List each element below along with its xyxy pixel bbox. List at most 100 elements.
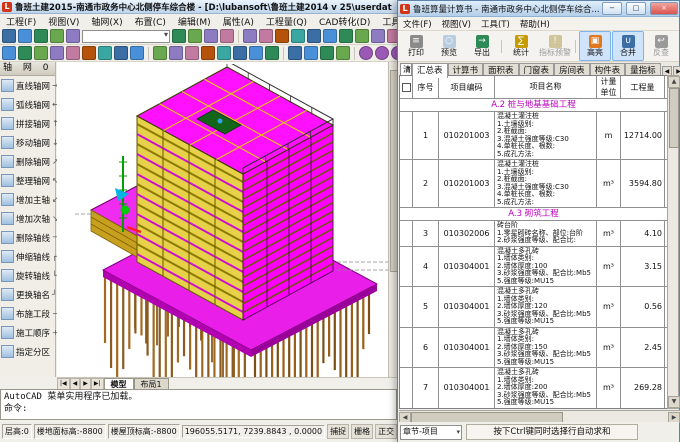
view-3d-cylinder-icon[interactable] <box>375 46 389 60</box>
define-column-icon[interactable] <box>66 46 80 60</box>
row-select-cell[interactable] <box>400 327 413 367</box>
table-row[interactable]: 4 010304001 混凝土多孔砖 1.墙体类别: 2.墙体厚度:100 3.砂浆… <box>400 246 667 287</box>
copy-icon[interactable] <box>243 29 257 43</box>
panel-item-布施工段[interactable]: 布施工段 − <box>0 304 59 323</box>
panel-item-拼接轴网[interactable]: 拼接轴网 ↑ <box>0 114 59 133</box>
table-row[interactable]: 8010304001混凝土多孔砖 1.墙体类别: 2.墙体厚度:300 3.砂浆… <box>400 409 667 410</box>
row-select-cell[interactable] <box>400 287 413 327</box>
table-vscroll[interactable]: ▲ ▼ <box>667 75 680 409</box>
zoom-out-icon[interactable] <box>336 46 350 60</box>
table-row[interactable]: 3 010302006 砖台阶 1.零星砌砖名称、部位:台阶 2.砂浆强度等级、配合… <box>400 221 667 247</box>
row-select-cell[interactable] <box>400 112 413 159</box>
menu-编辑(M)[interactable]: 编辑(M) <box>172 15 217 28</box>
maximize-button[interactable]: □ <box>626 2 646 15</box>
menu-工程量(Q)[interactable]: 工程量(Q) <box>260 15 313 28</box>
status-toggle-栅格[interactable]: 栅格 <box>351 423 374 439</box>
message-icon[interactable] <box>66 29 80 43</box>
row-select-cell[interactable] <box>400 368 413 408</box>
redo-icon[interactable] <box>204 29 218 43</box>
view-3d-box-icon[interactable] <box>359 46 373 60</box>
panel-item-删除轴网[interactable]: 删除轴网 ↗ <box>0 152 59 171</box>
stats-button[interactable]: ∑ 统计 <box>505 31 537 61</box>
mirror-icon[interactable] <box>339 29 353 43</box>
calc-menu-帮助(H)[interactable]: 帮助(H) <box>515 18 555 30</box>
rotate-icon[interactable] <box>307 29 321 43</box>
panel-item-增加主轴[interactable]: 增加主轴 ↙ <box>0 190 59 209</box>
command-line[interactable]: AutoCAD 菜单实用程序已加载。 命令: <box>0 389 397 420</box>
print-button[interactable]: ≡ 打印 <box>400 31 432 61</box>
offset-icon[interactable] <box>371 29 385 43</box>
select-icon[interactable] <box>275 29 289 43</box>
zoom-extents-icon[interactable] <box>304 46 318 60</box>
define-slab-icon[interactable] <box>114 46 128 60</box>
table-row[interactable]: 1 010201003 混凝土灌注桩 1.土壤级别: 2.桩截面: 3.混凝土强度等… <box>400 112 667 160</box>
array-icon[interactable] <box>355 29 369 43</box>
menu-视图(V)[interactable]: 视图(V) <box>42 15 85 28</box>
floor-settings-icon[interactable] <box>2 46 16 60</box>
highlight-button[interactable]: ▣ 高亮 <box>579 31 611 61</box>
merge-button[interactable]: ∪ 合并 <box>612 31 644 61</box>
floor-manage-icon[interactable] <box>34 46 48 60</box>
panel-item-移动轴网[interactable]: 移动轴网 ↓ <box>0 133 59 152</box>
open-file-icon[interactable] <box>18 29 32 43</box>
scroll-up-icon[interactable]: ▲ <box>668 76 680 88</box>
panel-item-指定分区[interactable]: 指定分区 <box>0 342 55 361</box>
scroll-down-icon[interactable]: ▼ <box>668 396 680 408</box>
project-setup-icon[interactable] <box>50 46 64 60</box>
minimize-button[interactable]: − <box>602 2 622 15</box>
define-wall-icon[interactable] <box>82 46 96 60</box>
command-combo[interactable] <box>82 29 170 43</box>
table-row[interactable]: 6 010304001 混凝土多孔砖 1.墙体类别: 2.墙体厚度:150 3.砂浆… <box>400 327 667 368</box>
panel-item-伸缩轴线[interactable]: 伸缩轴线 ┌ <box>0 247 57 266</box>
table-vscroll-thumb[interactable] <box>669 88 679 148</box>
draw-stairs-icon[interactable] <box>265 46 279 60</box>
row-select-cell[interactable] <box>400 160 413 207</box>
draw-slab-icon[interactable] <box>217 46 231 60</box>
pan-icon[interactable] <box>288 46 302 60</box>
select-all-checkbox[interactable] <box>400 76 413 98</box>
panel-item-弧线轴网[interactable]: 弧线轴网 ← <box>0 95 59 114</box>
menu-布置(C)[interactable]: 布置(C) <box>129 15 172 28</box>
menu-CAD转化(D)[interactable]: CAD转化(D) <box>313 15 376 28</box>
status-toggle-正交[interactable]: 正交 <box>375 423 398 439</box>
export-button[interactable]: → 导出 <box>466 31 498 61</box>
import-icon[interactable] <box>172 29 186 43</box>
undo-icon[interactable] <box>188 29 202 43</box>
floor-copy-icon[interactable] <box>18 46 32 60</box>
table-row[interactable]: 5 010304001 混凝土多孔砖 1.墙体类别: 2.墙体厚度:120 3.砂浆… <box>400 287 667 328</box>
panel-item-整理轴网[interactable]: 整理轴网 ↖ <box>0 171 59 190</box>
calc-menu-工具(T)[interactable]: 工具(T) <box>476 18 515 30</box>
draw-axis-icon[interactable] <box>153 46 167 60</box>
define-stairs-icon[interactable] <box>130 46 144 60</box>
draw-wall-icon[interactable] <box>185 46 199 60</box>
close-button[interactable]: × <box>650 2 678 15</box>
edit-drawing-icon[interactable] <box>50 29 64 43</box>
table-row[interactable]: 2 010201003 混凝土灌注桩 1.土壤级别: 2.桩截面: 3.混凝土强度等… <box>400 160 667 208</box>
new-file-icon[interactable] <box>2 29 16 43</box>
panel-item-直线轴网[interactable]: 直线轴网 → <box>0 76 59 95</box>
preview-button[interactable]: ○ 预览 <box>433 31 465 61</box>
zoom-in-icon[interactable] <box>320 46 334 60</box>
draw-beam-icon[interactable] <box>201 46 215 60</box>
menu-属性(A)[interactable]: 属性(A) <box>217 15 260 28</box>
table-row[interactable]: 7 010304001 混凝土多孔砖 1.墙体类别: 2.墙体厚度:200 3.砂浆… <box>400 368 667 408</box>
delete-icon[interactable] <box>323 29 337 43</box>
draw-door-icon[interactable] <box>233 46 247 60</box>
panel-item-增加次轴[interactable]: 增加次轴 ↘ <box>0 209 59 228</box>
row-select-cell[interactable] <box>400 221 413 246</box>
draw-column-icon[interactable] <box>169 46 183 60</box>
row-select-cell[interactable] <box>400 409 413 410</box>
refresh-icon[interactable] <box>220 29 234 43</box>
define-beam-icon[interactable] <box>98 46 112 60</box>
move-icon[interactable] <box>291 29 305 43</box>
paste-props-icon[interactable] <box>259 29 273 43</box>
panel-item-更换轴名[interactable]: 更换轴名 ┘ <box>0 285 57 304</box>
panel-item-删除轴线[interactable]: 删除轴线 ¬ <box>0 228 59 247</box>
status-toggle-捕捉[interactable]: 捕捉 <box>327 423 350 439</box>
menu-轴网(X)[interactable]: 轴网(X) <box>85 15 128 28</box>
row-select-cell[interactable] <box>400 246 413 286</box>
chapter-mode-select[interactable]: 章节-项目 <box>400 424 462 440</box>
save-icon[interactable] <box>34 29 48 43</box>
panel-item-旋转轴线[interactable]: 旋转轴线 └ <box>0 266 57 285</box>
calc-menu-文件(F)[interactable]: 文件(F) <box>398 18 437 30</box>
